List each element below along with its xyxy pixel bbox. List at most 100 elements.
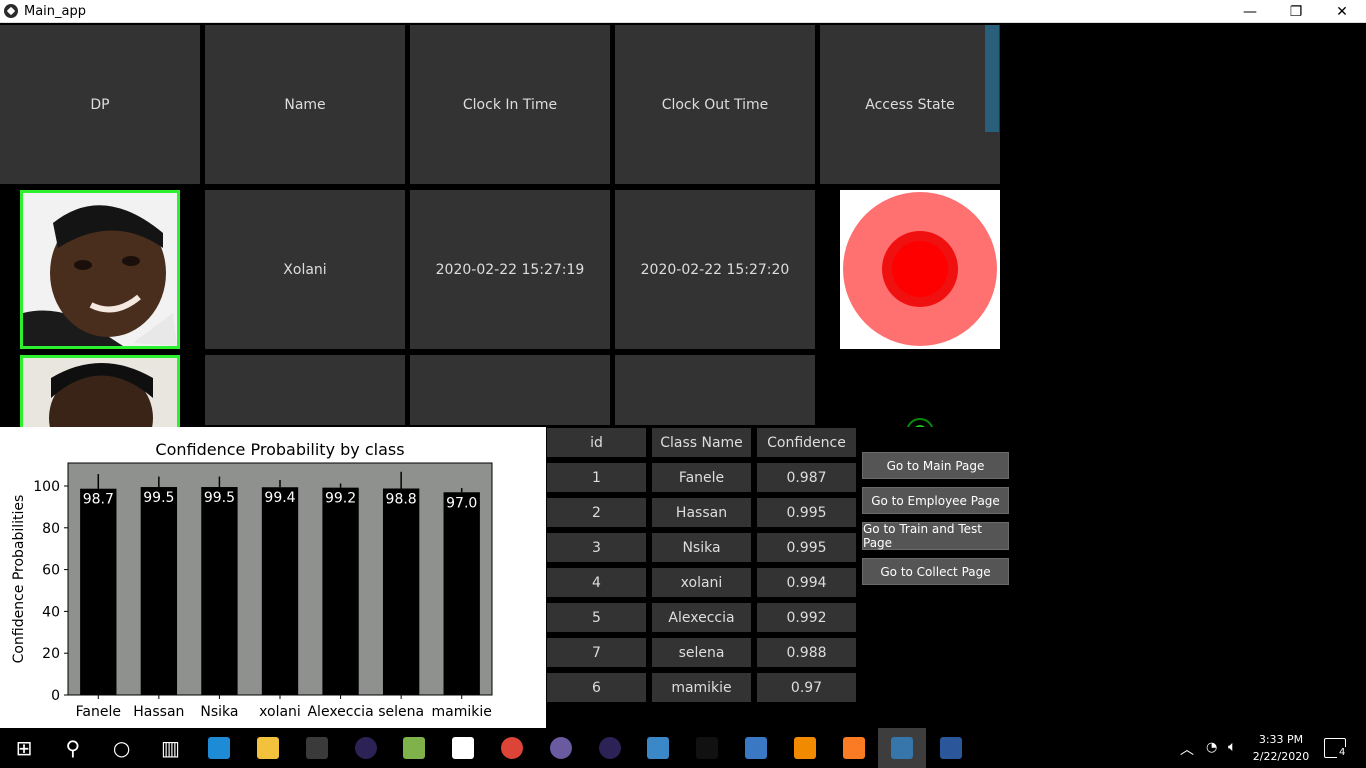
notepad-icon[interactable] [390,728,438,768]
restore-button[interactable]: ❐ [1273,0,1319,23]
y-tick-label: 20 [42,646,60,662]
store-icon[interactable] [293,728,341,768]
title-bar [0,0,1366,23]
table-cell-id: 5 [547,603,646,632]
bar [322,487,359,695]
windows-start-icon[interactable]: ⊞ [0,728,48,768]
table-cell-id: 7 [547,638,646,667]
x-tick-label: Alexeccia [307,704,373,720]
vlc-icon[interactable] [781,728,829,768]
y-tick-label: 60 [42,563,60,579]
access-state-indicator [840,190,1000,349]
eclipse-icon[interactable] [342,728,390,768]
word-icon[interactable] [927,728,975,768]
python-icon[interactable] [878,728,927,768]
notification-icon[interactable]: 4 [1324,738,1348,758]
chart-ylabel: Confidence Probabilities [11,495,27,664]
notification-count: 4 [1337,747,1348,758]
vlc-icon-glyph [793,737,816,759]
minimize-button[interactable]: — [1227,0,1273,23]
cortana-icon[interactable]: ○ [98,728,146,768]
mail-icon[interactable] [439,728,487,768]
terminal-icon[interactable] [683,728,731,768]
table-cell-id: 1 [547,463,646,492]
chevron-up-icon[interactable]: ︿ [1180,739,1194,759]
scrollbar[interactable] [985,25,999,132]
clock-date: 2/22/2020 [1252,750,1310,763]
data-label: 98.8 [386,491,417,507]
table-cell-id: 2 [547,498,646,527]
table-cell-class: xolani [652,568,751,597]
x-tick-label: xolani [259,704,301,720]
table-cell-confidence: 0.97 [757,673,856,702]
header-clock-out: Clock Out Time [615,25,815,184]
table-cell-class: mamikie [652,673,751,702]
header-clock-in: Clock In Time [410,25,610,184]
close-button[interactable]: ✕ [1319,0,1365,23]
data-label: 99.5 [143,490,174,506]
table-header-class: Class Name [652,428,751,457]
chrome-icon[interactable] [488,728,536,768]
eclipse-icon-2-glyph [598,737,621,759]
y-tick-label: 0 [51,688,60,704]
go-collect-button[interactable]: Go to Collect Page [862,558,1009,585]
go-employee-button[interactable]: Go to Employee Page [862,487,1009,514]
store-icon-glyph [305,737,328,759]
table-cell-confidence: 0.988 [757,638,856,667]
table-header-confidence: Confidence [757,428,856,457]
x-tick-label: Hassan [133,704,184,720]
table-cell-id: 4 [547,568,646,597]
python-icon-glyph [891,737,914,759]
media-icon[interactable] [537,728,585,768]
eclipse-icon-glyph [354,737,377,759]
eclipse-icon-2[interactable] [586,728,634,768]
header-name: Name [205,25,405,184]
table-cell-id: 3 [547,533,646,562]
red-light-icon [843,192,997,346]
header-access-state: Access State [820,25,1000,184]
bar [382,488,420,695]
file-explorer-icon[interactable] [244,728,292,768]
control-panel-icon-glyph [647,737,670,759]
go-train-test-button[interactable]: Go to Train and Test Page [862,522,1009,550]
data-label: 99.2 [325,491,356,507]
table-cell-class: Nsika [652,533,751,562]
bar [443,492,480,695]
table-cell-class: Fanele [652,463,751,492]
table-cell-class: Hassan [652,498,751,527]
y-tick-label: 40 [42,604,60,620]
x-tick-label: selena [378,704,424,720]
bar [80,488,117,695]
chrome-icon-glyph [501,737,523,759]
word-icon-glyph [940,737,963,759]
search-icon[interactable]: ⚲ [49,728,97,768]
network-icon[interactable]: ◔ [1206,740,1217,755]
control-panel-icon[interactable] [634,728,682,768]
volume-icon[interactable]: 🔈︎ [1228,739,1236,755]
table-header-id: id [547,428,646,457]
green-light-icon [895,410,945,427]
cell-name: Xolani [205,190,405,349]
xampp-icon[interactable] [830,728,878,768]
virtualbox-icon-glyph [745,737,767,759]
notepad-icon-glyph [403,737,426,759]
confidence-chart: Confidence Probability by class Confiden… [11,440,493,720]
chart-panel: Confidence Probability by class Confiden… [0,427,546,728]
go-main-button[interactable]: Go to Main Page [862,452,1009,479]
bar [201,487,238,695]
virtualbox-icon[interactable] [732,728,780,768]
edge-icon-glyph [208,737,231,759]
avatar [20,355,180,427]
x-tick-label: Fanele [76,704,121,720]
edge-icon[interactable] [195,728,243,768]
x-tick-label: mamikie [432,704,492,720]
face-photo [23,358,177,427]
xampp-icon-glyph [842,737,865,759]
bar [140,487,178,695]
task-view-icon[interactable]: ▥ [146,728,194,768]
header-dp: DP [0,25,200,184]
data-label: 98.7 [83,492,114,508]
clock[interactable]: 3:33 PM 2/22/2020 [1248,731,1314,765]
avatar [20,190,180,349]
bar [261,487,299,695]
